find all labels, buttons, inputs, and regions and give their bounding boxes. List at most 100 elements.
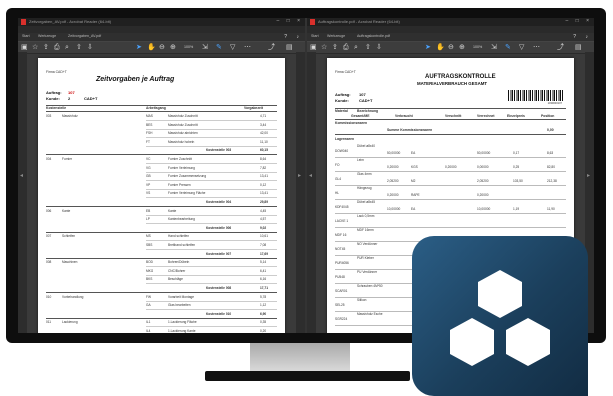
window-controls[interactable]: – □ × xyxy=(277,18,304,24)
table-cell: 4,71 xyxy=(260,114,267,118)
table-cell: Kante xyxy=(168,208,177,213)
kunde-value: CAD+T xyxy=(359,98,373,103)
table-cell: 0,20000 xyxy=(477,193,489,197)
highlight-icon[interactable]: ▽ xyxy=(230,43,235,52)
scroll-up-icon[interactable]: ⇧ xyxy=(76,43,82,52)
auftrag-value: 107 xyxy=(359,92,366,97)
table-cell: FW xyxy=(146,294,151,299)
help-icon[interactable]: ? xyxy=(284,34,287,40)
more-icon[interactable]: ⋯ xyxy=(244,43,251,52)
hexagon-left xyxy=(450,318,494,366)
star-icon[interactable]: ☆ xyxy=(321,43,327,52)
print-icon[interactable]: ⎙ xyxy=(54,43,60,52)
save-icon[interactable]: ▣ xyxy=(21,43,28,52)
scroll-down-icon[interactable]: ⇩ xyxy=(87,43,93,52)
zoom-level[interactable]: 100% xyxy=(473,45,482,49)
section-lagerwaren: Lagerwaren xyxy=(335,137,355,141)
sidebar-icon[interactable]: ▤ xyxy=(286,43,293,52)
table-cell: Kantenbearbeitung xyxy=(168,217,195,222)
tab-document[interactable]: Auftragskontrolle.pdf xyxy=(357,34,390,38)
table-cell: 82,80 xyxy=(547,165,555,169)
save-icon[interactable]: ▣ xyxy=(310,43,317,52)
window-title: Zeitvorgaben_AV.pdf - Acrobat Reader (64… xyxy=(29,19,112,24)
zoom-in-icon[interactable]: ⊕ xyxy=(459,43,465,52)
table-cell: 1.Lackierung Kante xyxy=(168,329,196,333)
table-cell: VC xyxy=(146,157,151,161)
highlight-icon[interactable]: ▽ xyxy=(519,43,524,52)
upload-icon[interactable]: ⇪ xyxy=(332,43,338,52)
tab-tools[interactable]: Werkzeuge xyxy=(327,34,345,38)
right-toolbar: ▣ ☆ ⇪ ⎙ ⌕ ⇧ ⇩ ➤ ✋ ⊖ ⊕ 100% ⇲ ✎ ▽ ⋯ ⤴ ▤ xyxy=(307,42,594,54)
row-line xyxy=(146,120,277,121)
collapse-right-icon[interactable]: ▸ xyxy=(587,172,590,179)
table-cell: 007 xyxy=(46,234,52,239)
table-row: 006 Kante EB Kante 4,45 xyxy=(38,208,285,216)
star-icon[interactable]: ☆ xyxy=(32,43,38,52)
row-line xyxy=(146,266,277,267)
header-einzelpreis: Einzelpreis xyxy=(507,114,525,118)
cursor-icon[interactable]: ➤ xyxy=(425,43,431,52)
collapse-right-icon[interactable]: ▸ xyxy=(298,172,301,179)
table-cell: CNC/Bohrer xyxy=(168,268,186,273)
cursor-icon[interactable]: ➤ xyxy=(136,43,142,52)
table-cell: 4,57 xyxy=(260,217,267,222)
expand-left-icon[interactable]: ◂ xyxy=(309,172,312,179)
table-row: LACKE 1 Lack 0,5mm xyxy=(327,214,574,228)
help-icon[interactable]: ? xyxy=(573,34,576,40)
header-position: Position xyxy=(541,114,555,118)
expand-left-icon[interactable]: ◂ xyxy=(20,172,23,179)
print-icon[interactable]: ⎙ xyxy=(343,43,349,52)
table-row: 004 Furnier VC Furnier Zuschnitt 8,64 xyxy=(38,156,285,164)
fit-page-icon[interactable]: ⇲ xyxy=(202,43,208,52)
subtotal-line xyxy=(46,317,277,319)
bell-icon[interactable]: ♪ xyxy=(297,34,300,40)
share-icon[interactable]: ⤴ xyxy=(268,43,275,52)
zoom-out-icon[interactable]: ⊖ xyxy=(159,43,165,52)
zoom-in-icon[interactable]: ⊕ xyxy=(170,43,176,52)
scroll-up-icon[interactable]: ⇧ xyxy=(365,43,371,52)
zoom-level[interactable]: 100% xyxy=(184,45,193,49)
kunde-label: Kunde: xyxy=(335,98,349,103)
tab-start[interactable]: Start xyxy=(22,34,30,38)
left-side-panel: ◂ xyxy=(307,52,316,333)
table-cell: 17,69 xyxy=(260,251,268,256)
hand-icon[interactable]: ✋ xyxy=(436,43,445,52)
table-cell: Furnier Zusammensetzung xyxy=(168,174,207,179)
tab-document[interactable]: Zeitvorgaben_AV.pdf xyxy=(68,34,101,38)
table-cell: NO Verdünner xyxy=(357,242,378,246)
table-cell: Vorbehandlung xyxy=(62,294,84,299)
comment-icon[interactable]: ✎ xyxy=(216,43,222,52)
window-controls[interactable]: – □ × xyxy=(566,18,593,24)
table-cell: 2,05200 xyxy=(477,179,489,183)
kunde-label: Kunde: xyxy=(46,96,60,101)
zoom-out-icon[interactable]: ⊖ xyxy=(448,43,454,52)
sidebar-icon[interactable]: ▤ xyxy=(575,43,582,52)
table-cell: Beschläge xyxy=(168,277,183,282)
table-cell: MAS xyxy=(146,114,153,118)
table-row: 011 Lackierung IL1 1.Lackierung Fläche 0,35 xyxy=(38,319,285,327)
table-row: 008 Maschinen BOD Bohren/Dübeln 5,14 xyxy=(38,259,285,267)
table-cell: PU Verdünner xyxy=(357,270,378,274)
table-cell: FT xyxy=(146,139,150,144)
more-icon[interactable]: ⋯ xyxy=(533,43,540,52)
upload-icon[interactable]: ⇪ xyxy=(43,43,49,52)
hand-icon[interactable]: ✋ xyxy=(147,43,156,52)
table-row: Kostenstelle 010 6,90 xyxy=(38,311,285,319)
scroll-down-icon[interactable]: ⇩ xyxy=(376,43,382,52)
table-cell: 10,00000 xyxy=(477,207,491,211)
comment-icon[interactable]: ✎ xyxy=(505,43,511,52)
left-side-panel: ◂ xyxy=(18,52,27,333)
tab-tools[interactable]: Werkzeuge xyxy=(38,34,56,38)
table-cell: LACKE 1 xyxy=(335,219,349,223)
table-row: VP Furnier Pressen 0,12 xyxy=(38,182,285,190)
search-icon[interactable]: ⌕ xyxy=(65,43,69,52)
fit-page-icon[interactable]: ⇲ xyxy=(491,43,497,52)
share-icon[interactable]: ⤴ xyxy=(557,43,564,52)
bell-icon[interactable]: ♪ xyxy=(586,34,589,40)
tab-start[interactable]: Start xyxy=(311,34,319,38)
document-subtitle: MATERIALVERBRAUCH GESAMT xyxy=(417,81,488,86)
search-icon[interactable]: ⌕ xyxy=(354,43,358,52)
table-cell: 003 xyxy=(46,114,52,118)
table-cell: Dübel ø8x40 xyxy=(357,144,376,148)
table-cell: Massivholz Zuschnitt xyxy=(168,122,198,127)
